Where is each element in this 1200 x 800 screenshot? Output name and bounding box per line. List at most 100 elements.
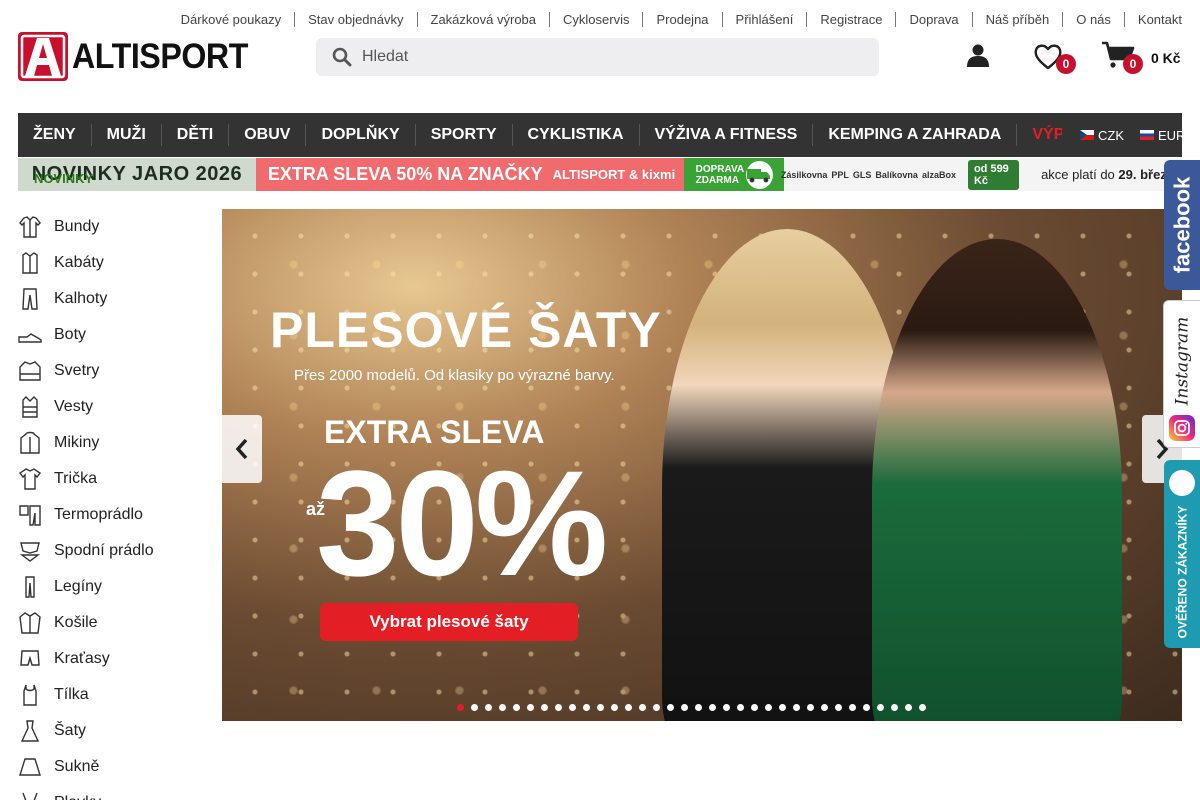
slider-dots: [457, 704, 926, 711]
slider-dot[interactable]: [583, 704, 590, 711]
chevron-left-icon: [235, 438, 248, 460]
slider-dot[interactable]: [695, 704, 702, 711]
category-item[interactable]: Svetry: [18, 353, 208, 389]
slider-dot[interactable]: [877, 704, 884, 711]
slider-dot[interactable]: [779, 704, 786, 711]
category-item[interactable]: Kraťasy: [18, 641, 208, 677]
nav-item[interactable]: KEMPING A ZAHRADA: [813, 124, 1018, 146]
slider-dot[interactable]: [709, 704, 716, 711]
top-link[interactable]: Doprava: [896, 12, 973, 27]
promo-discount[interactable]: EXTRA SLEVA 50% NA ZNAČKY ALTISPORT & ki…: [255, 158, 684, 191]
nav-item[interactable]: VÝŽIVA A FITNESS: [640, 124, 814, 146]
top-link[interactable]: Registrace: [807, 12, 897, 27]
slider-dot[interactable]: [765, 704, 772, 711]
nav-item[interactable]: SPORTY: [416, 124, 513, 146]
category-label: Tílka: [54, 686, 89, 703]
category-item[interactable]: Termoprádlo: [18, 497, 208, 533]
category-item[interactable]: Košile: [18, 605, 208, 641]
slider-dot[interactable]: [835, 704, 842, 711]
slider-dot[interactable]: [863, 704, 870, 711]
category-item[interactable]: Mikiny: [18, 425, 208, 461]
nav-item[interactable]: DOPLŇKY: [306, 124, 416, 146]
category-item[interactable]: Trička: [18, 461, 208, 497]
slider-dot[interactable]: [723, 704, 730, 711]
nav-item[interactable]: CYKLISTIKA: [513, 124, 640, 146]
slider-dot[interactable]: [667, 704, 674, 711]
slider-dot[interactable]: [569, 704, 576, 711]
category-item[interactable]: Tílka: [18, 677, 208, 713]
category-item[interactable]: Kabáty: [18, 245, 208, 281]
promo-new-season[interactable]: NOVINKY JARO 2026 NOVINKY: [18, 158, 256, 191]
category-item[interactable]: Kalhoty: [18, 281, 208, 317]
user-account-icon[interactable]: [966, 43, 990, 67]
category-label: Mikiny: [54, 434, 100, 451]
currency-eur[interactable]: EUR: [1140, 113, 1185, 157]
slider-dot[interactable]: [681, 704, 688, 711]
category-label: Legíny: [54, 578, 103, 595]
verified-reviews-widget[interactable]: OVĚŘENO ZÁKAZNÍKY: [1164, 460, 1200, 648]
top-link[interactable]: Přihlášení: [723, 12, 808, 27]
hero-banner[interactable]: PLESOVÉ ŠATY Přes 2000 modelů. Od klasik…: [222, 209, 1182, 721]
slider-dot[interactable]: [485, 704, 492, 711]
banner-percent: 30%: [316, 439, 608, 607]
slider-dot[interactable]: [471, 704, 478, 711]
slider-dot[interactable]: [527, 704, 534, 711]
category-item[interactable]: Sukně: [18, 749, 208, 785]
pants-icon: [18, 287, 42, 311]
slider-dot[interactable]: [905, 704, 912, 711]
slider-dot[interactable]: [849, 704, 856, 711]
slider-dot[interactable]: [751, 704, 758, 711]
top-link[interactable]: O nás: [1063, 12, 1125, 27]
category-item[interactable]: Legíny: [18, 569, 208, 605]
category-item[interactable]: Boty: [18, 317, 208, 353]
category-label: Plavky: [54, 794, 101, 800]
nav-item[interactable]: MUŽI: [92, 124, 162, 146]
category-item[interactable]: Spodní prádlo: [18, 533, 208, 569]
category-label: Kalhoty: [54, 290, 108, 307]
slider-dot[interactable]: [653, 704, 660, 711]
slider-dot[interactable]: [597, 704, 604, 711]
category-item[interactable]: Šaty: [18, 713, 208, 749]
slider-dot[interactable]: [611, 704, 618, 711]
top-link[interactable]: Zakázková výroba: [418, 12, 551, 27]
currency-czk[interactable]: CZK: [1080, 113, 1124, 157]
category-item[interactable]: Vesty: [18, 389, 208, 425]
banner-cta-button[interactable]: Vybrat plesové šaty: [320, 603, 578, 641]
promo-strip[interactable]: NOVINKY JARO 2026 NOVINKY EXTRA SLEVA 50…: [18, 158, 1182, 191]
slider-dot[interactable]: [457, 704, 464, 711]
top-link[interactable]: Prodejna: [643, 12, 723, 27]
top-link[interactable]: Cykloservis: [550, 12, 644, 27]
slider-dot[interactable]: [499, 704, 506, 711]
top-link[interactable]: Dárkové poukazy: [168, 12, 296, 27]
slider-dot[interactable]: [737, 704, 744, 711]
slider-dot[interactable]: [891, 704, 898, 711]
slider-dot[interactable]: [793, 704, 800, 711]
category-item[interactable]: Plavky: [18, 785, 208, 800]
category-item[interactable]: Bundy: [18, 209, 208, 245]
category-label: Svetry: [54, 362, 100, 379]
top-link[interactable]: Náš příběh: [973, 12, 1064, 27]
slider-dot[interactable]: [919, 704, 926, 711]
nav-item[interactable]: ŽENY: [18, 124, 92, 146]
search-icon[interactable]: [332, 47, 352, 67]
slider-dot[interactable]: [555, 704, 562, 711]
slider-dot[interactable]: [625, 704, 632, 711]
promo-validity-prefix: akce platí do: [1041, 167, 1115, 182]
facebook-widget[interactable]: facebook: [1164, 160, 1200, 290]
site-logo[interactable]: ALTISPORT: [18, 32, 263, 81]
top-link[interactable]: Kontakt: [1125, 12, 1182, 27]
instagram-widget[interactable]: Instagram: [1163, 300, 1200, 448]
slider-dot[interactable]: [541, 704, 548, 711]
nav-item[interactable]: OBUV: [229, 124, 307, 146]
nav-item[interactable]: DĚTI: [162, 124, 230, 146]
slider-prev-button[interactable]: [222, 415, 262, 483]
slider-dot[interactable]: [821, 704, 828, 711]
promo-free-shipping[interactable]: DOPRAVA ZDARMA Zásilkovna PPL GLS Balíkovna…: [683, 158, 1182, 191]
slider-dot[interactable]: [639, 704, 646, 711]
cart-total[interactable]: 0 Kč: [1151, 50, 1181, 66]
nav-item[interactable]: VÝPRODEJ: [1017, 124, 1062, 146]
slider-dot[interactable]: [807, 704, 814, 711]
top-link[interactable]: Stav objednávky: [295, 12, 418, 27]
slider-dot[interactable]: [513, 704, 520, 711]
search-input[interactable]: [362, 48, 842, 66]
